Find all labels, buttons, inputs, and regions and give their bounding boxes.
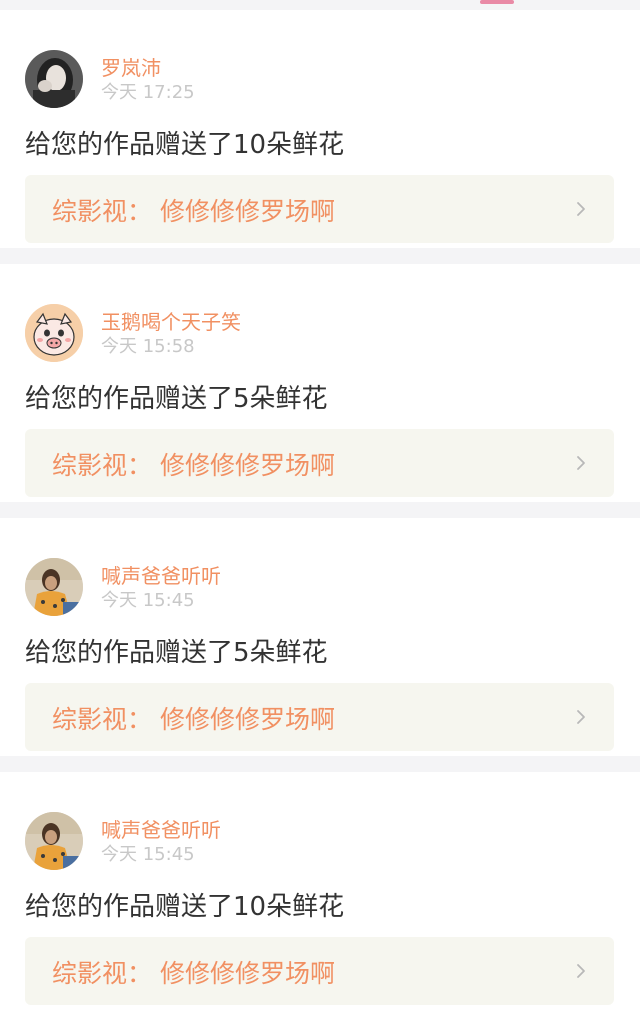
username-link[interactable]: 喊声爸爸听听 bbox=[101, 560, 221, 589]
timestamp: 今天 15:45 bbox=[101, 844, 195, 865]
notification-card: 喊声爸爸听听 今天 15:45 给您的作品赠送了5朵鲜花 综影视： 修修修修罗场… bbox=[0, 518, 640, 756]
gift-message: 给您的作品赠送了5朵鲜花 bbox=[25, 384, 328, 414]
chevron-right-icon bbox=[577, 456, 585, 470]
avatar[interactable] bbox=[25, 558, 83, 616]
chevron-right-icon bbox=[577, 710, 585, 724]
username-link[interactable]: 玉鹅喝个天子笑 bbox=[101, 306, 241, 335]
active-tab-indicator bbox=[480, 0, 514, 4]
username-link[interactable]: 罗岚沛 bbox=[101, 52, 161, 81]
avatar-cartoon-pig-icon bbox=[25, 304, 83, 362]
chevron-right-icon bbox=[577, 202, 585, 216]
avatar-photo-girl-icon bbox=[25, 50, 83, 108]
notification-card: 玉鹅喝个天子笑 今天 15:58 给您的作品赠送了5朵鲜花 综影视： 修修修修罗… bbox=[0, 264, 640, 502]
notification-card: 罗岚沛 今天 17:25 给您的作品赠送了10朵鲜花 综影视： 修修修修罗场啊 bbox=[0, 10, 640, 248]
notification-card: 喊声爸爸听听 今天 15:45 给您的作品赠送了10朵鲜花 综影视： 修修修修罗… bbox=[0, 772, 640, 1010]
work-title: 综影视： 修修修修罗场啊 bbox=[52, 451, 335, 480]
chevron-right-icon bbox=[577, 964, 585, 978]
timestamp: 今天 17:25 bbox=[101, 82, 195, 103]
work-title: 综影视： 修修修修罗场啊 bbox=[52, 705, 335, 734]
gift-message: 给您的作品赠送了10朵鲜花 bbox=[25, 892, 345, 922]
work-link-card[interactable]: 综影视： 修修修修罗场啊 bbox=[25, 175, 614, 243]
work-link-card[interactable]: 综影视： 修修修修罗场啊 bbox=[25, 429, 614, 497]
gift-message: 给您的作品赠送了10朵鲜花 bbox=[25, 130, 345, 160]
username-link[interactable]: 喊声爸爸听听 bbox=[101, 814, 221, 843]
work-link-card[interactable]: 综影视： 修修修修罗场啊 bbox=[25, 937, 614, 1005]
gift-message: 给您的作品赠送了5朵鲜花 bbox=[25, 638, 328, 668]
work-link-card[interactable]: 综影视： 修修修修罗场啊 bbox=[25, 683, 614, 751]
avatar[interactable] bbox=[25, 50, 83, 108]
avatar[interactable] bbox=[25, 304, 83, 362]
timestamp: 今天 15:45 bbox=[101, 590, 195, 611]
work-title: 综影视： 修修修修罗场啊 bbox=[52, 197, 335, 226]
avatar-photo-person-icon bbox=[25, 558, 83, 616]
avatar-photo-person-icon bbox=[25, 812, 83, 870]
avatar[interactable] bbox=[25, 812, 83, 870]
timestamp: 今天 15:58 bbox=[101, 336, 195, 357]
